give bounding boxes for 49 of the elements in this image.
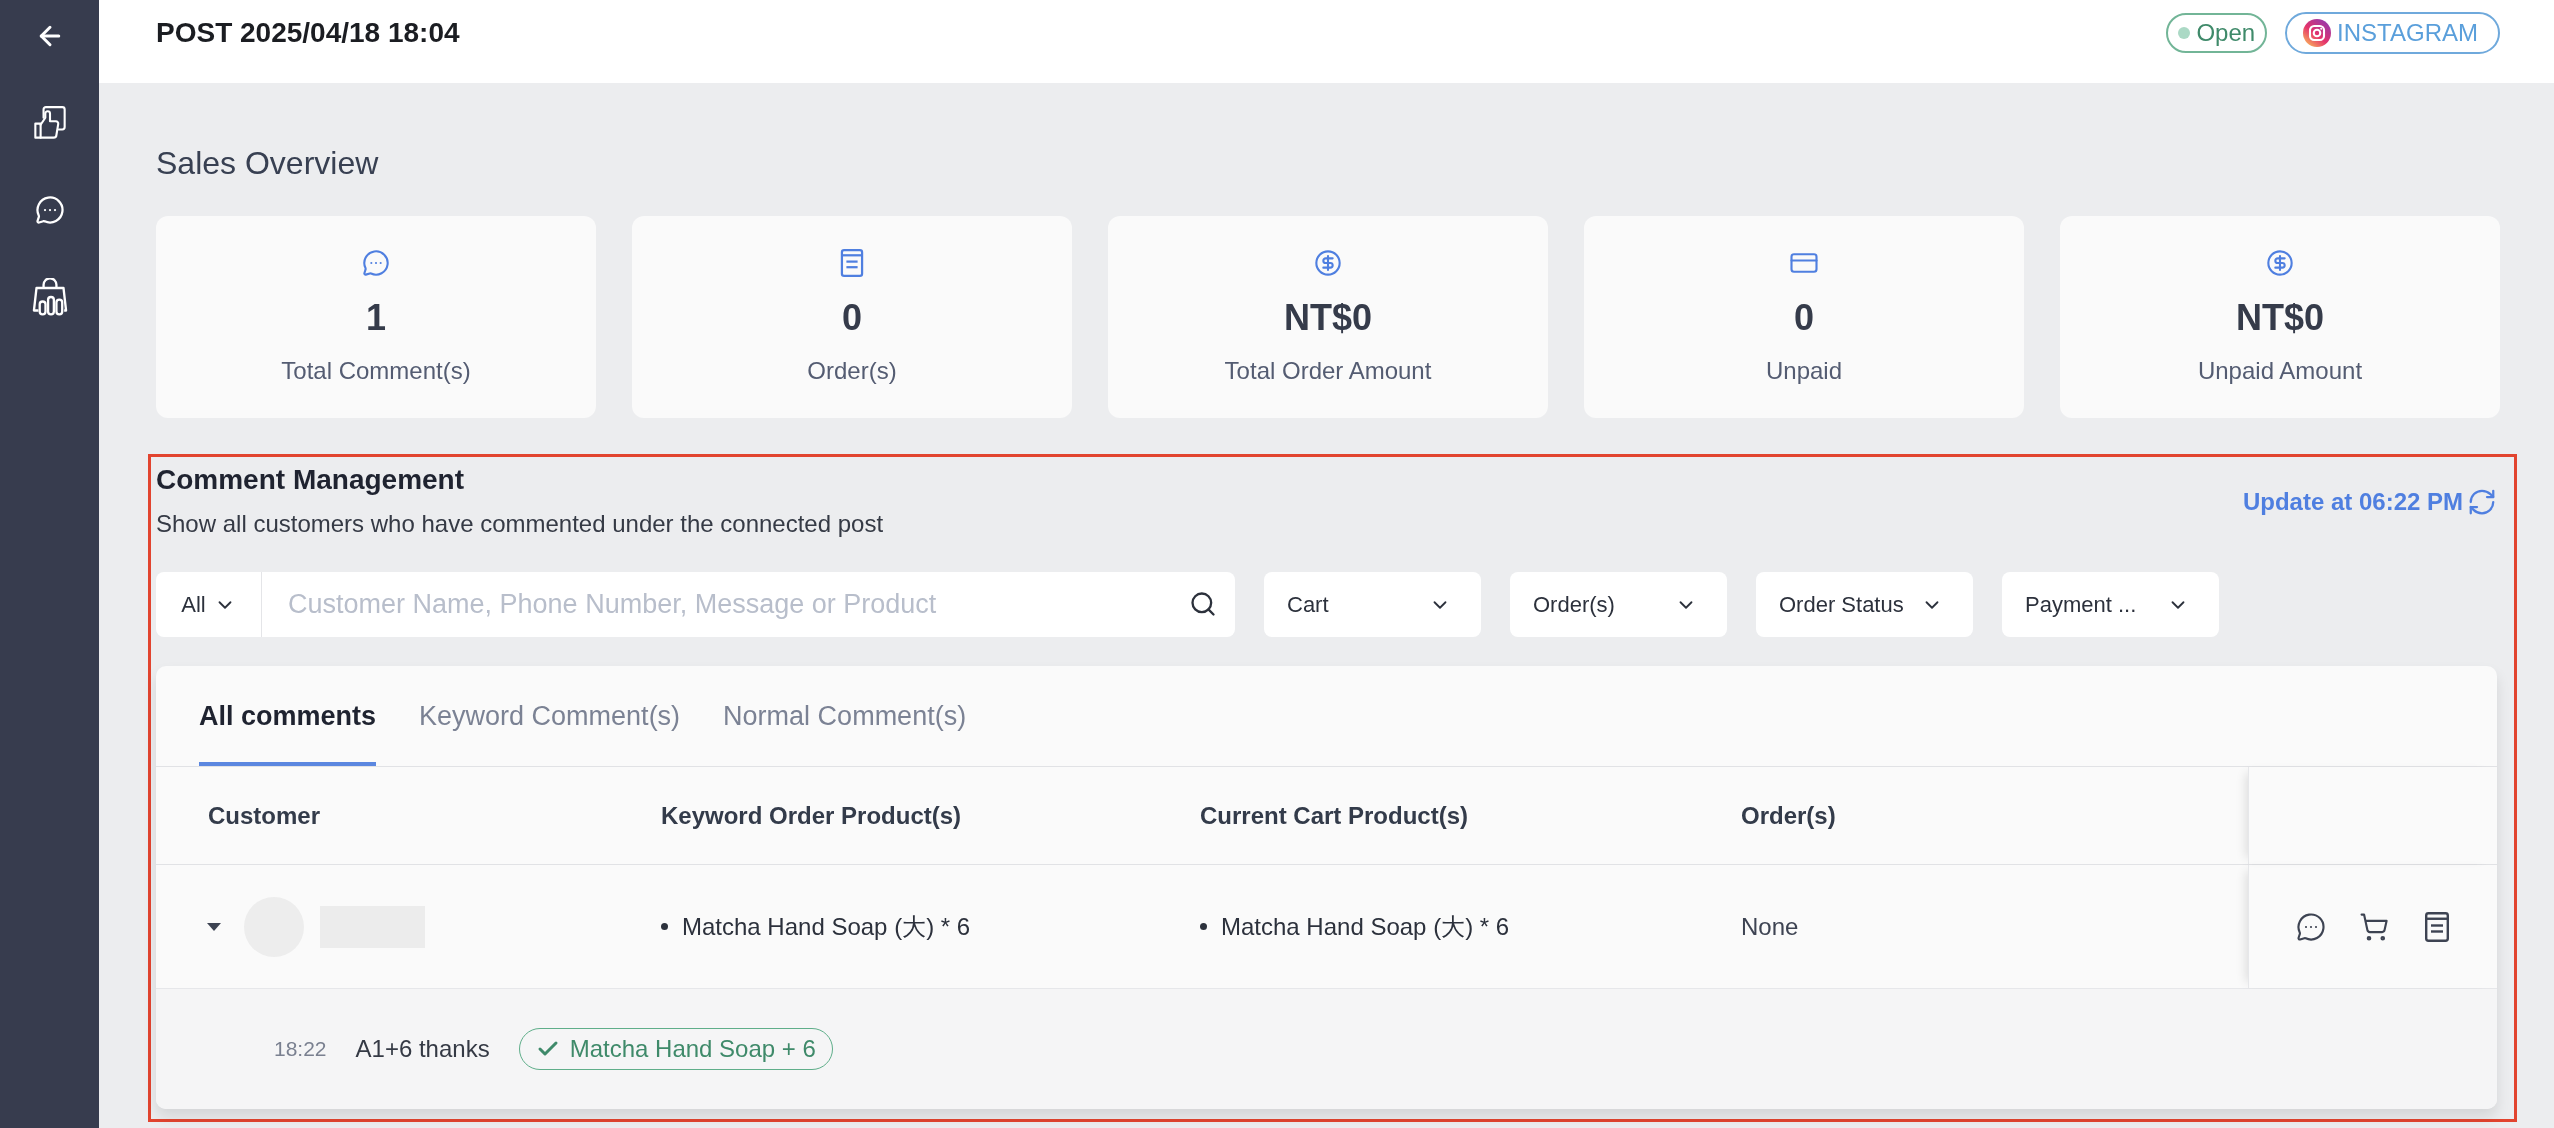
tab[interactable]: All comments — [199, 666, 377, 766]
bullet-icon — [1200, 923, 1207, 930]
document-icon — [2422, 911, 2452, 942]
product-item: Matcha Hand Soap (大) * 6 — [1221, 911, 1510, 942]
section-title: Sales Overview — [156, 144, 380, 183]
bullet-icon — [661, 923, 668, 930]
stat-label: Order(s) — [807, 356, 897, 386]
column-header: Keyword Order Product(s) — [661, 800, 962, 831]
tab[interactable]: Normal Comment(s) — [723, 666, 967, 766]
filter-dropdown[interactable]: Order(s) — [1510, 572, 1727, 637]
table-cell-text: None — [1741, 911, 1799, 942]
instagram-logo-icon — [2303, 19, 2332, 47]
shopping-bag-chart-icon — [31, 278, 68, 316]
comment-text: A1+6 thanks — [355, 1034, 490, 1064]
post-title: POST 2025/04/18 18:04 — [156, 16, 460, 50]
stat-value: NT$0 — [2236, 296, 2324, 340]
column-header: Customer — [208, 800, 321, 831]
product-item: Matcha Hand Soap (大) * 6 — [682, 911, 971, 942]
search-field[interactable]: Customer Name, Phone Number, Message or Product — [262, 572, 1235, 637]
dollar-coin-icon — [2266, 249, 2294, 277]
filter-dropdown[interactable]: Order Status — [1756, 572, 1973, 637]
tab[interactable]: Keyword Comment(s) — [419, 666, 681, 766]
search-icon — [1189, 590, 1217, 618]
status-text: Open — [2196, 18, 2256, 48]
panel-subtitle: Show all customers who have commented under the connected post — [156, 509, 884, 539]
refresh-icon — [2467, 487, 2497, 517]
comment-time: 18:22 — [274, 1036, 327, 1063]
tag-text: Matcha Hand Soap + 6 — [569, 1034, 816, 1064]
column-header: Current Cart Product(s) — [1200, 800, 1469, 831]
thumbs-up-icon — [32, 106, 67, 140]
stat-label: Unpaid Amount — [2197, 356, 2363, 386]
document-icon — [838, 249, 866, 277]
chat-icon — [362, 249, 390, 277]
filter-dropdown[interactable]: Payment ... — [2002, 572, 2219, 637]
chat-icon — [2296, 911, 2326, 942]
column-header: Order(s) — [1741, 800, 1836, 831]
stat-label: Total Comment(s) — [281, 356, 471, 386]
scope-select[interactable]: All — [156, 572, 262, 637]
chat-icon — [34, 195, 65, 225]
stat-value: 0 — [842, 296, 862, 340]
stat-value: NT$0 — [1284, 296, 1372, 340]
stat-label: Unpaid — [1765, 356, 1843, 386]
stat-label: Total Order Amount — [1224, 356, 1432, 386]
cart-icon — [2359, 911, 2389, 942]
dollar-coin-icon — [1314, 249, 1342, 277]
panel-title: Comment Management — [156, 463, 466, 497]
stat-value: 1 — [366, 296, 386, 340]
stat-value: 0 — [1794, 296, 1814, 340]
filter-dropdown[interactable]: Cart — [1264, 572, 1481, 637]
